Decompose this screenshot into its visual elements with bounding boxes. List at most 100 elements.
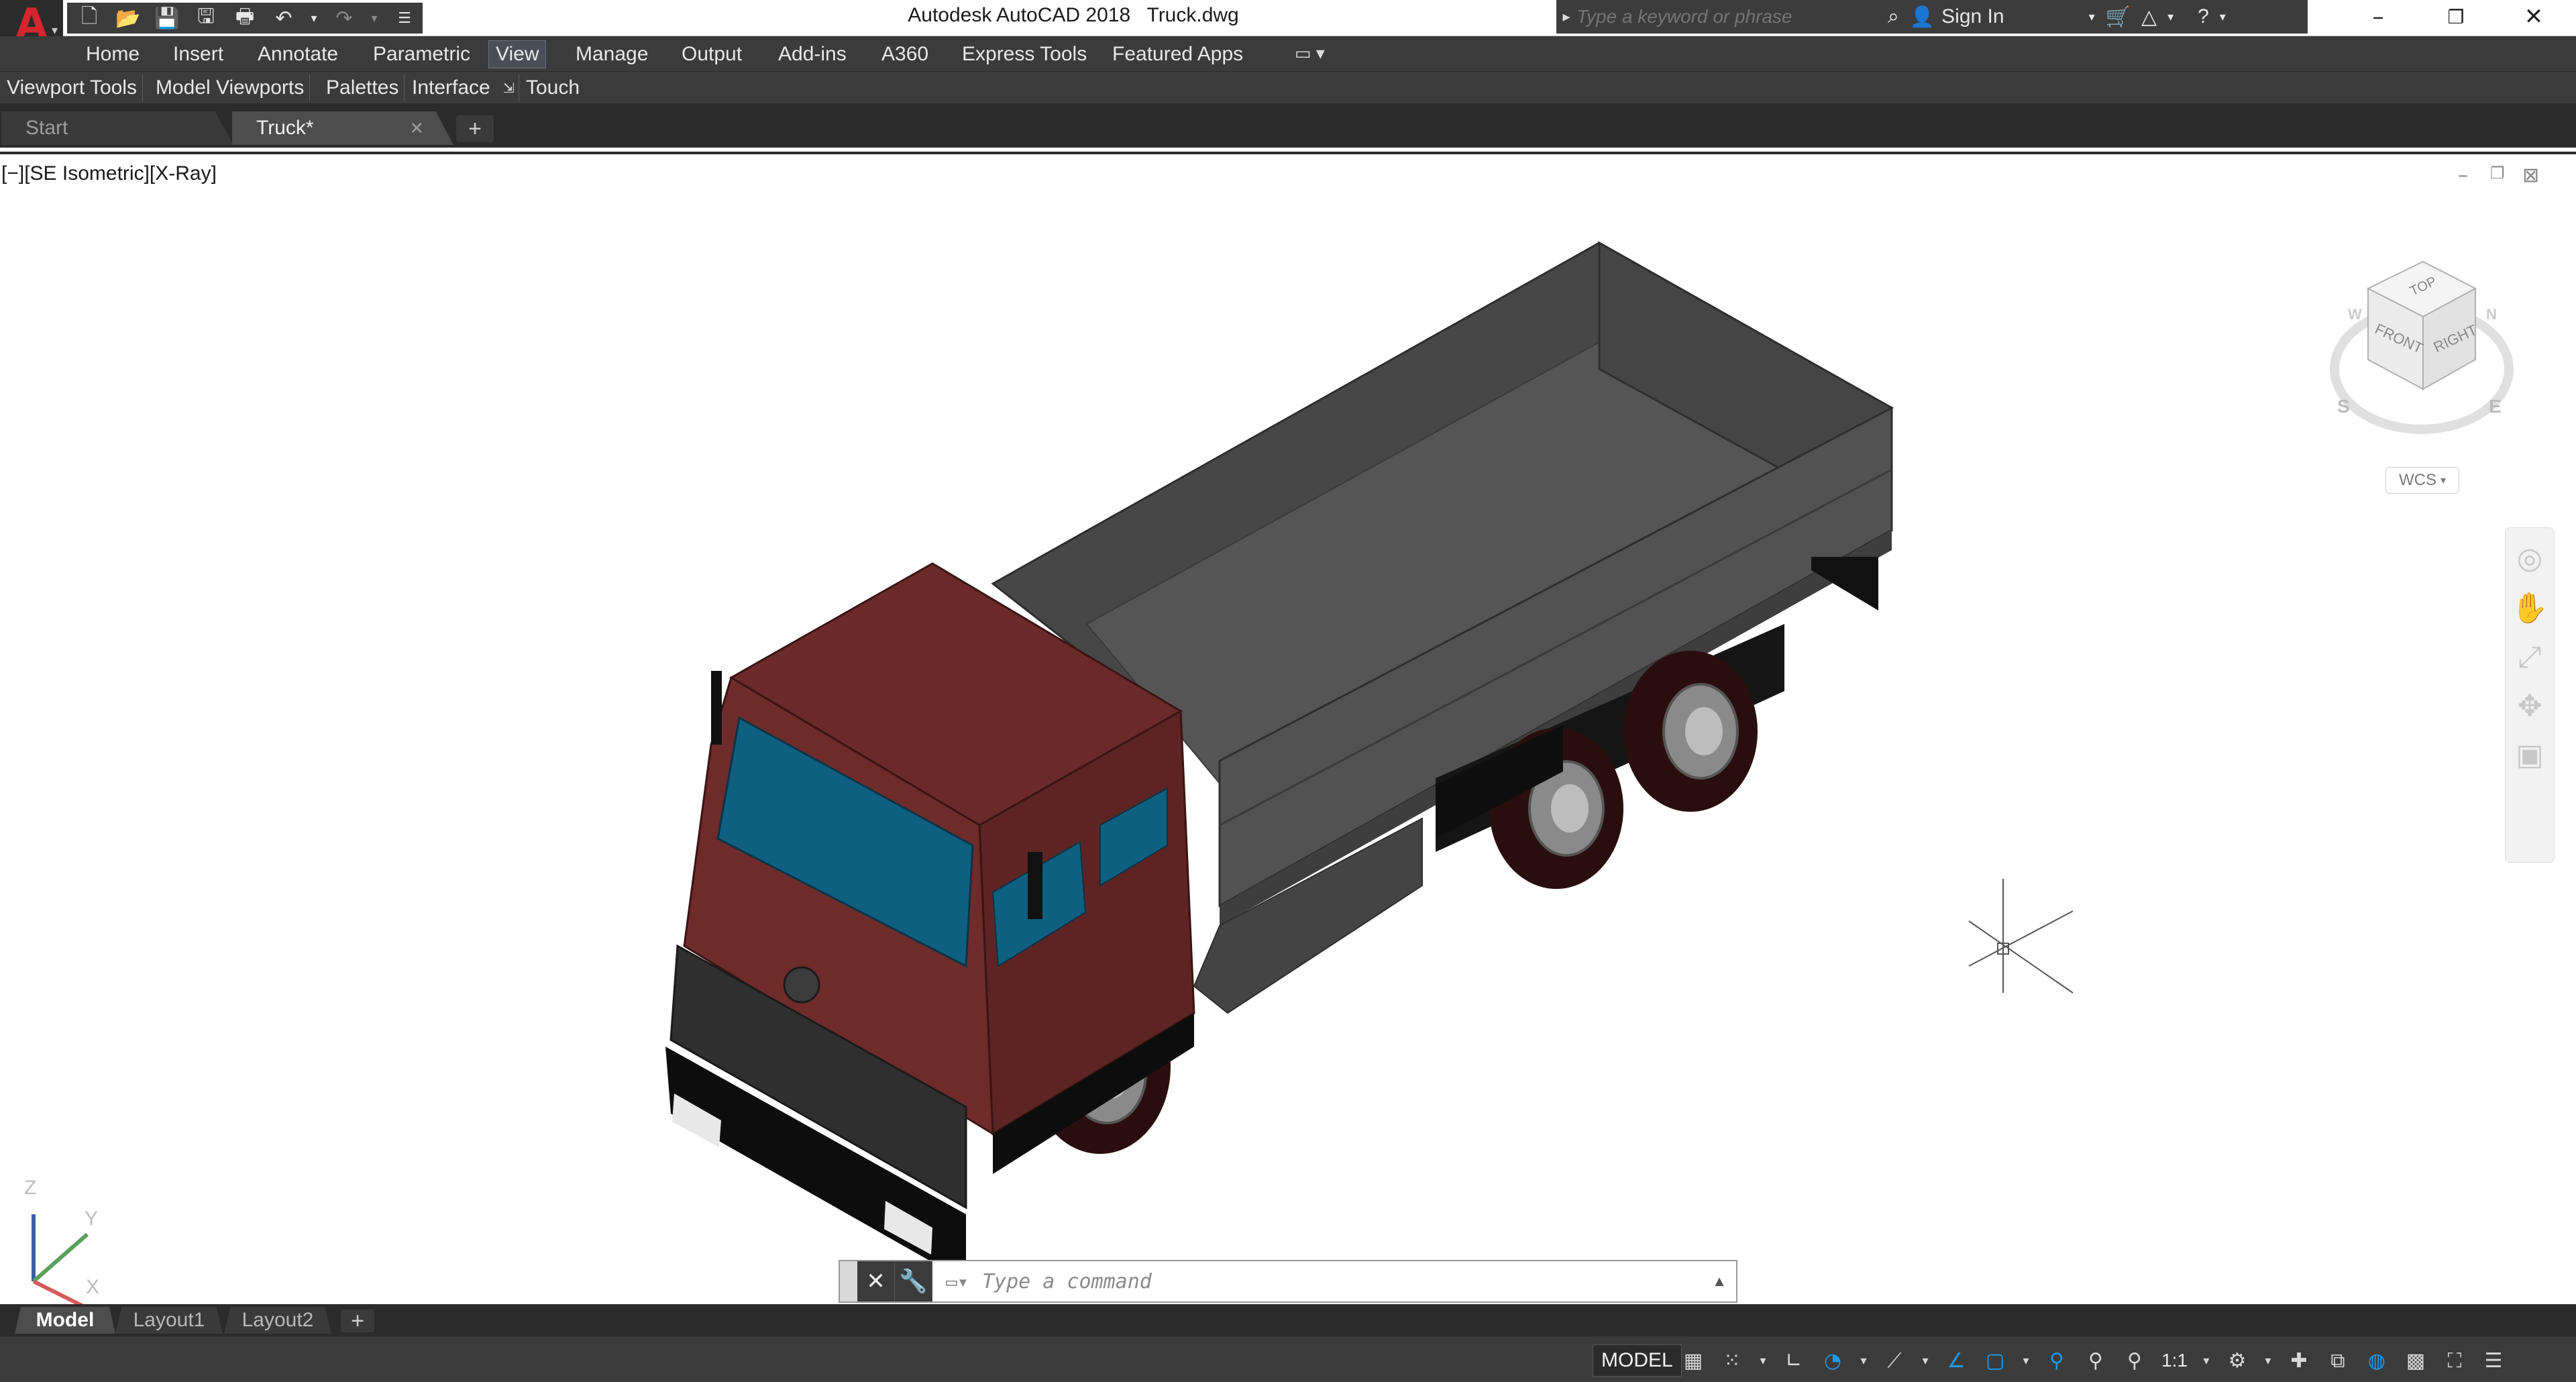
ribbon-display-toggle-icon[interactable]: ▭ ▾ xyxy=(1295,43,1325,64)
save-as-icon[interactable]: 🖫 xyxy=(191,5,221,32)
layout-tab-model[interactable]: Model xyxy=(15,1307,115,1334)
units-icon[interactable]: ⧉ xyxy=(2322,1344,2354,1377)
viewport-restore-icon[interactable]: ❐ xyxy=(2490,164,2505,182)
close-icon[interactable]: ✕ xyxy=(857,1261,895,1301)
layout-tab-layout1[interactable]: Layout1 xyxy=(115,1307,223,1334)
file-tab-start[interactable]: Start xyxy=(1,111,233,145)
search-box[interactable]: ▸ xyxy=(1556,0,1878,34)
sign-in-button[interactable]: 👤 Sign In xyxy=(1910,5,2004,29)
new-tab-button[interactable]: + xyxy=(456,115,494,142)
viewport-close-icon[interactable]: ⊠ xyxy=(2522,164,2539,187)
expand-arrow-icon[interactable]: ▸ xyxy=(1556,8,1576,25)
compass-w-label[interactable]: W xyxy=(2348,306,2362,323)
chevron-down-icon[interactable]: ▾ xyxy=(1755,1344,1771,1377)
open-icon[interactable]: 📂 xyxy=(113,5,144,32)
plot-icon[interactable]: 🖶 xyxy=(229,5,260,32)
object-snap-tracking-icon[interactable]: ∠ xyxy=(1940,1344,1972,1377)
chevron-down-icon[interactable]: ▾ xyxy=(2220,10,2226,24)
panel-model-viewports[interactable]: Model Viewports xyxy=(150,74,311,101)
wrench-icon[interactable]: 🔧 xyxy=(895,1261,932,1301)
customize-dropdown-icon[interactable]: ☰ xyxy=(389,5,420,32)
chevron-down-icon[interactable]: ▾ xyxy=(1856,1344,1872,1377)
tab-manage[interactable]: Manage xyxy=(569,40,655,68)
undo-icon[interactable]: ↶ xyxy=(268,5,299,32)
chevron-down-icon[interactable]: ▾ xyxy=(2260,1344,2276,1377)
tab-home[interactable]: Home xyxy=(79,40,146,68)
model-space-toggle[interactable]: MODEL xyxy=(1593,1344,1682,1377)
panel-interface[interactable]: Interface xyxy=(407,74,496,101)
customization-menu-icon[interactable]: ☰ xyxy=(2477,1344,2510,1377)
ortho-icon[interactable]: ∟ xyxy=(1778,1344,1810,1377)
viewport-minimize-icon[interactable]: – xyxy=(2458,164,2468,187)
compass-s-label[interactable]: S xyxy=(2337,396,2350,417)
polar-tracking-icon[interactable]: ◔ xyxy=(1817,1344,1849,1377)
undo-dropdown-icon[interactable]: ▾ xyxy=(307,5,321,32)
restore-icon[interactable]: ❐ xyxy=(2419,0,2493,34)
close-icon[interactable]: ✕ xyxy=(409,118,424,139)
a360-icon[interactable]: △ xyxy=(2141,5,2157,29)
orbit-icon[interactable]: ✥ xyxy=(2518,689,2542,723)
search-input[interactable] xyxy=(1576,6,1858,28)
compass-n-label[interactable]: N xyxy=(2486,306,2497,323)
clean-screen-icon[interactable]: ⛶ xyxy=(2438,1344,2471,1377)
rear-wheel-1[interactable] xyxy=(1623,651,1758,812)
panel-viewport-tools[interactable]: Viewport Tools xyxy=(1,74,144,101)
wcs-menu[interactable]: WCS ▾ xyxy=(2385,467,2459,494)
chevron-down-icon[interactable]: ▾ xyxy=(2198,1344,2214,1377)
command-line-grip[interactable] xyxy=(840,1261,857,1301)
pan-icon[interactable]: ✋ xyxy=(2512,590,2548,625)
panel-touch[interactable]: Touch xyxy=(521,74,585,101)
drawing-area[interactable]: [−][SE Isometric][X-Ray] – ❐ ⊠ TOP FRONT… xyxy=(0,152,2576,1308)
close-icon[interactable]: ✕ xyxy=(2497,0,2571,34)
tab-annotate[interactable]: Annotate xyxy=(251,40,345,68)
new-icon[interactable]: 🗋 xyxy=(74,5,105,32)
chevron-down-icon[interactable]: ▾ xyxy=(1917,1344,1933,1377)
new-layout-button[interactable]: + xyxy=(341,1308,374,1334)
tab-add-ins[interactable]: Add-ins xyxy=(771,40,853,68)
tab-parametric[interactable]: Parametric xyxy=(366,40,477,68)
annotation-scale-icon[interactable]: ⚲ xyxy=(2118,1344,2151,1377)
tab-output[interactable]: Output xyxy=(675,40,749,68)
tab-view[interactable]: View xyxy=(488,40,547,68)
annotation-scale-value[interactable]: 1:1 xyxy=(2157,1350,2192,1371)
binoculars-icon[interactable]: ⌕ xyxy=(1888,5,1899,28)
truck-cab[interactable] xyxy=(665,562,1195,1281)
chevron-down-icon: ▾ xyxy=(51,23,58,37)
showmotion-icon[interactable]: ▣ xyxy=(2516,738,2544,772)
tab-insert[interactable]: Insert xyxy=(166,40,230,68)
file-tab-truck[interactable]: Truck* ✕ xyxy=(232,111,453,145)
cart-icon[interactable]: 🛒 xyxy=(2106,5,2131,29)
steering-wheel-icon[interactable]: ◎ xyxy=(2517,541,2542,576)
chevron-up-icon[interactable]: ▲ xyxy=(1703,1273,1736,1290)
snap-icon[interactable]: ⁙ xyxy=(1716,1344,1748,1377)
panel-launcher-icon[interactable]: ⇲ xyxy=(499,74,519,101)
tab-featured-apps[interactable]: Featured Apps xyxy=(1106,40,1250,68)
minimize-icon[interactable]: – xyxy=(2341,0,2415,34)
redo-dropdown-icon[interactable]: ▾ xyxy=(368,5,381,32)
annotation-visibility-icon[interactable]: ⚲ xyxy=(2041,1344,2073,1377)
help-icon[interactable]: ? xyxy=(2198,5,2209,28)
viewport-label[interactable]: [−][SE Isometric][X-Ray] xyxy=(1,162,217,185)
panel-palettes[interactable]: Palettes xyxy=(321,74,405,101)
tab-express-tools[interactable]: Express Tools xyxy=(955,40,1093,68)
chevron-down-icon[interactable]: ▾ xyxy=(2167,10,2174,24)
chevron-down-icon[interactable]: ▾ xyxy=(2018,1344,2034,1377)
grid-icon[interactable]: ▦ xyxy=(1677,1344,1709,1377)
object-snap-icon[interactable]: ▢ xyxy=(1979,1344,2011,1377)
plus-icon[interactable]: ✚ xyxy=(2283,1344,2315,1377)
compass-e-label[interactable]: E xyxy=(2489,396,2502,417)
layout-tab-layout2[interactable]: Layout2 xyxy=(224,1307,331,1334)
isolate-objects-icon[interactable]: ◍ xyxy=(2361,1344,2393,1377)
chevron-down-icon[interactable]: ▾ xyxy=(2089,10,2095,24)
gear-icon[interactable]: ⚙ xyxy=(2221,1344,2253,1377)
isodraft-icon[interactable]: ⟋ xyxy=(1878,1344,1911,1377)
save-icon[interactable]: 💾 xyxy=(152,5,182,32)
model-space-canvas[interactable] xyxy=(0,154,2576,1308)
command-prompt-icon[interactable]: ▭▾ xyxy=(932,1261,982,1301)
tab-a360[interactable]: A360 xyxy=(875,40,935,68)
command-input[interactable] xyxy=(982,1261,1703,1301)
hardware-acceleration-icon[interactable]: ▩ xyxy=(2400,1344,2432,1377)
auto-scale-icon[interactable]: ⚲ xyxy=(2080,1344,2112,1377)
redo-icon[interactable]: ↷ xyxy=(329,5,360,32)
zoom-extents-icon[interactable]: ⤢ xyxy=(2518,640,2541,674)
